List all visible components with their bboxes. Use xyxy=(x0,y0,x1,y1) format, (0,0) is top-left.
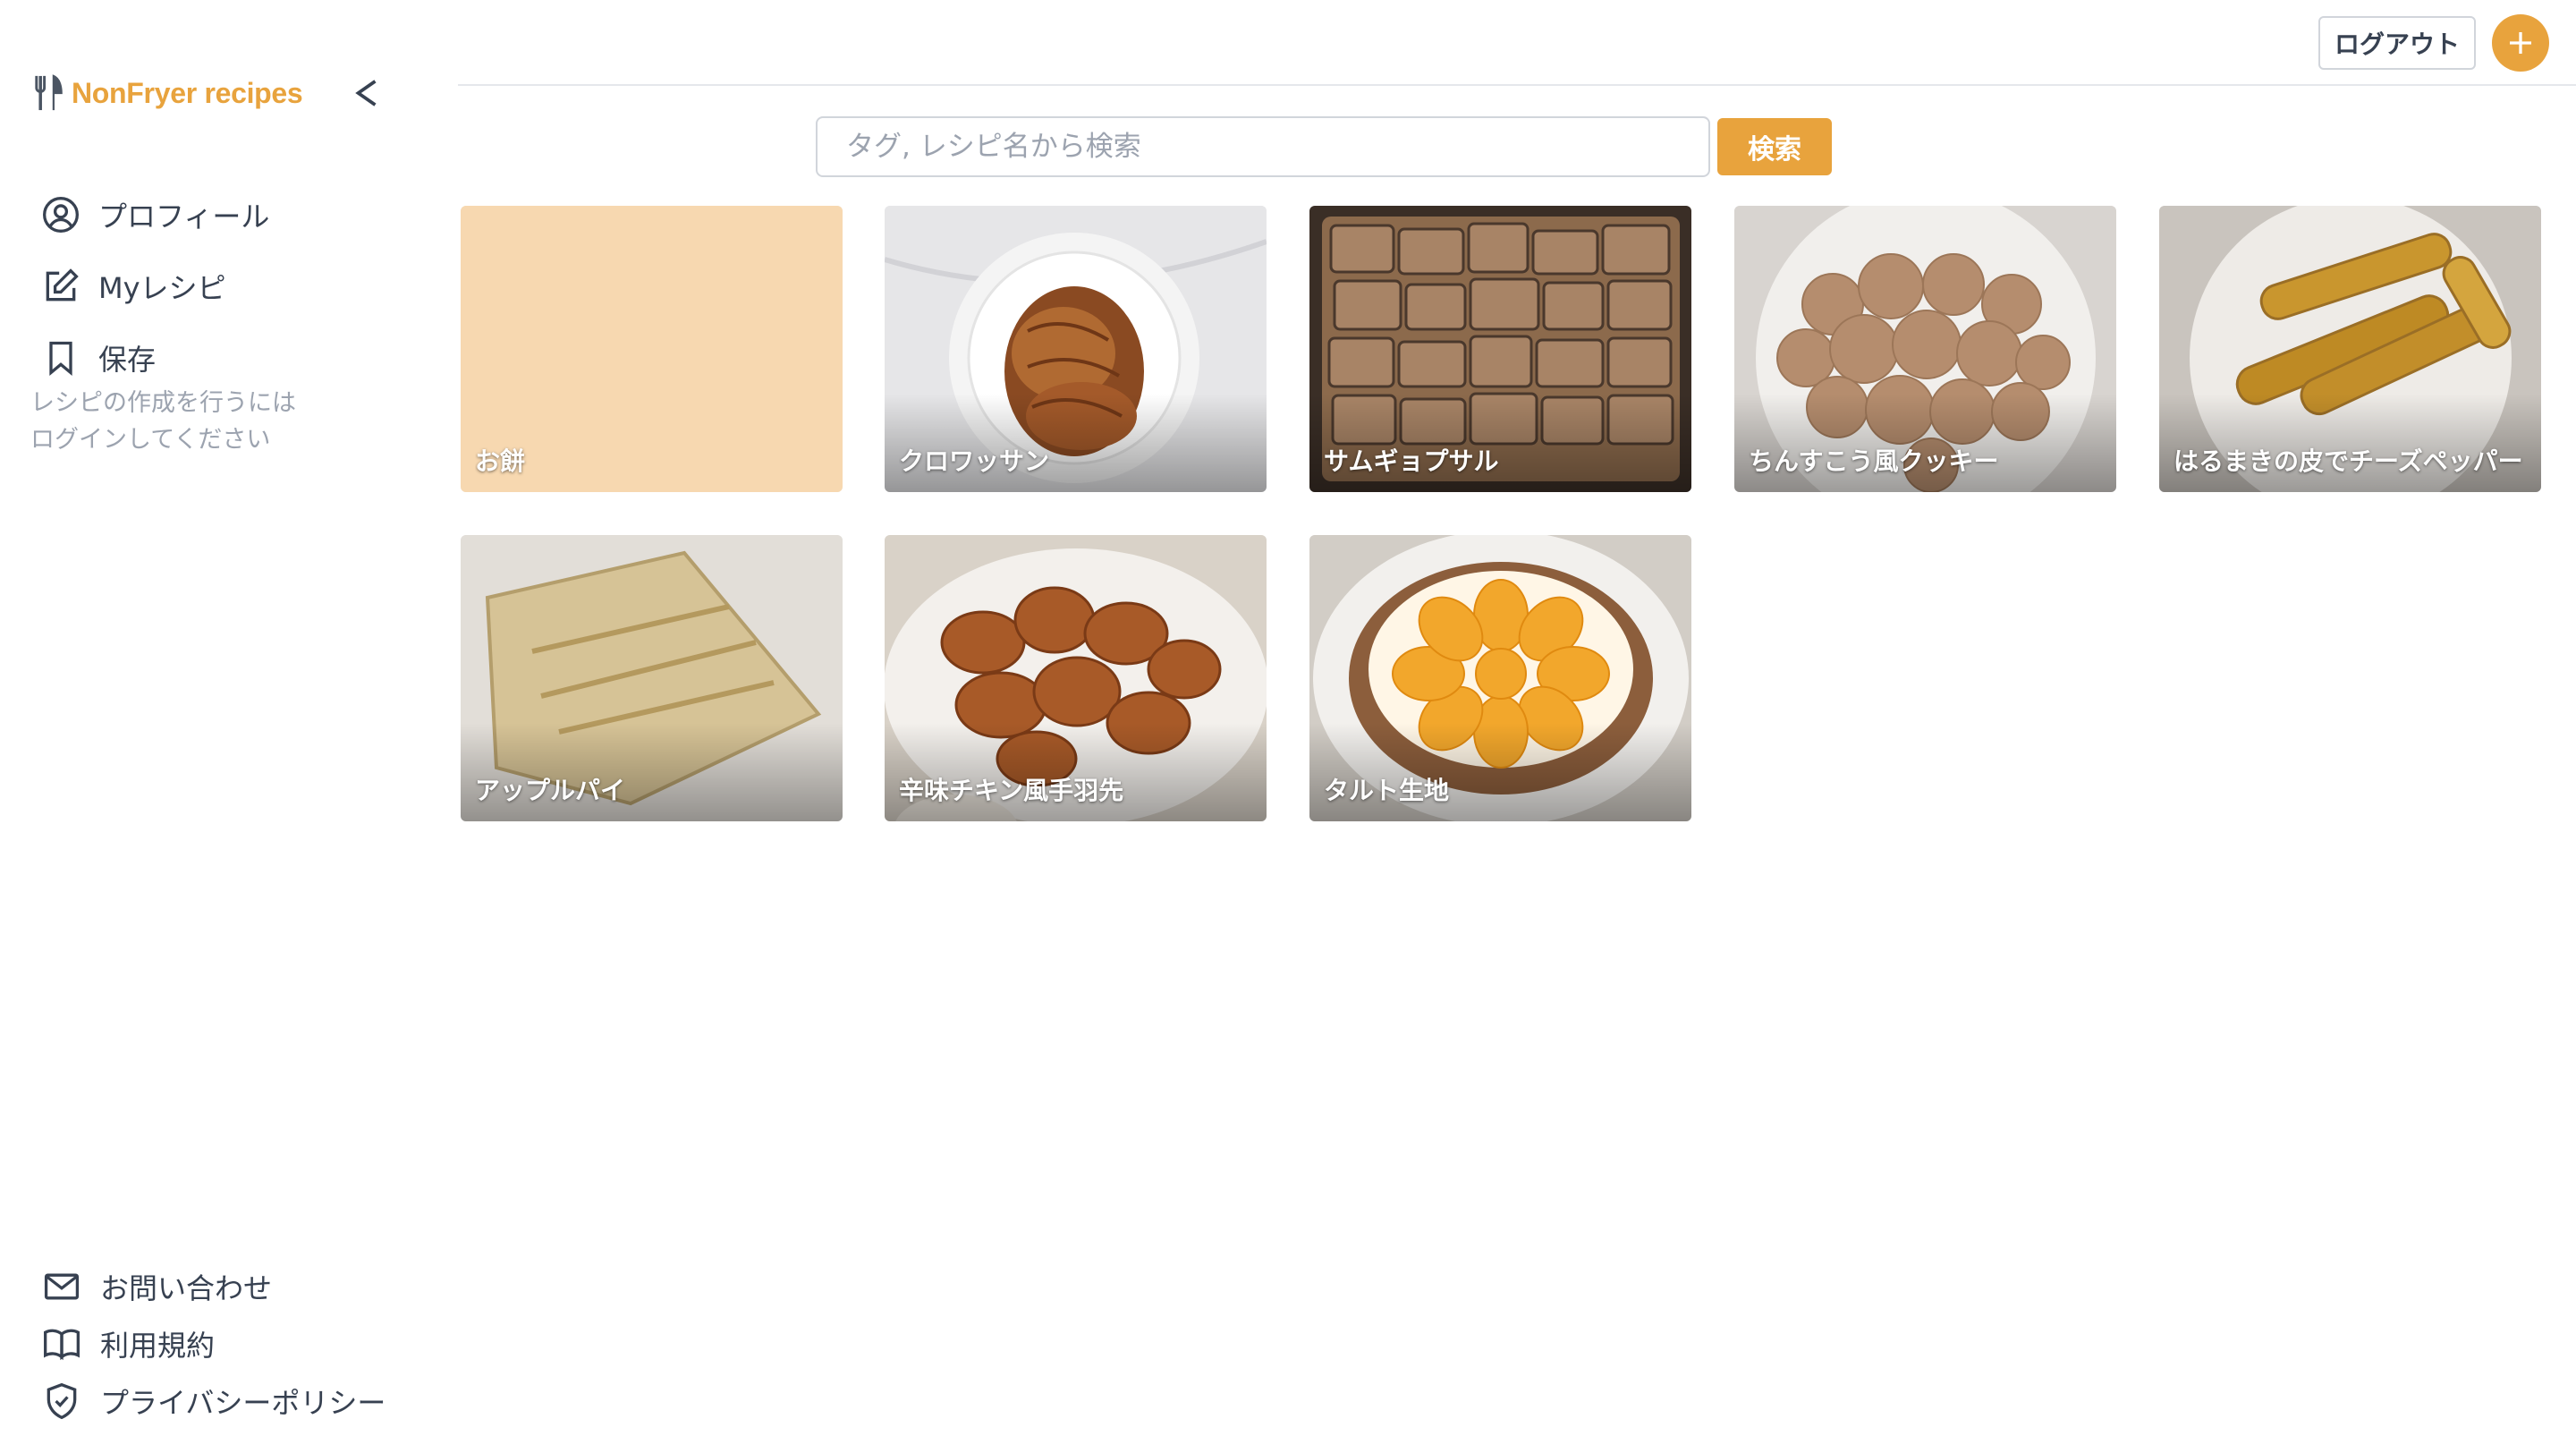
recipe-grid: お餅 クロワッサン サムギョプサル ちんすこう風クッキー はるまきの皮でチーズペ… xyxy=(461,206,2545,832)
plus-icon xyxy=(2510,32,2531,54)
sidebar-item-label: プロフィール xyxy=(98,200,270,234)
sidebar-item-terms[interactable]: 利用規約 xyxy=(41,1315,386,1372)
recipe-card[interactable]: 辛味チキン風手羽先 xyxy=(885,535,1267,821)
book-open-icon xyxy=(44,1329,80,1361)
recipe-title: アップルパイ xyxy=(475,776,626,805)
recipe-title: はるまきの皮でチーズペッパー xyxy=(2174,446,2523,476)
collapse-sidebar-button[interactable] xyxy=(347,68,386,118)
recipe-card[interactable]: お餅 xyxy=(461,206,843,492)
recipe-title: タルト生地 xyxy=(1324,776,1450,805)
user-circle-icon xyxy=(43,197,79,233)
search-input[interactable] xyxy=(816,116,1710,177)
sidebar-item-label: Myレシピ xyxy=(98,271,226,305)
add-recipe-button[interactable] xyxy=(2492,14,2549,72)
recipe-card[interactable]: クロワッサン xyxy=(885,206,1267,492)
recipe-card[interactable]: はるまきの皮でチーズペッパー xyxy=(2159,206,2541,492)
app-name: NonFryer recipes xyxy=(72,76,303,109)
recipe-title: ちんすこう風クッキー xyxy=(1749,446,1999,476)
recipe-title: 辛味チキン風手羽先 xyxy=(899,776,1124,805)
recipe-card[interactable]: タルト生地 xyxy=(1309,535,1691,821)
brand-logo[interactable]: NonFryer recipes xyxy=(32,68,303,118)
sidebar-nav: プロフィール Myレシピ 保存 xyxy=(41,179,269,394)
sidebar-item-contact[interactable]: お問い合わせ xyxy=(41,1258,386,1315)
sidebar-item-my-recipes[interactable]: Myレシピ xyxy=(41,251,269,322)
footer-nav: お問い合わせ 利用規約 プライバシーポリシー xyxy=(41,1258,386,1430)
recipe-title: クロワッサン xyxy=(899,446,1050,476)
sidebar-item-privacy[interactable]: プライバシーポリシー xyxy=(41,1372,386,1430)
shield-check-icon xyxy=(47,1382,77,1420)
sidebar-item-label: プライバシーポリシー xyxy=(100,1386,386,1420)
logout-button[interactable]: ログアウト xyxy=(2318,16,2476,70)
recipe-title: サムギョプサル xyxy=(1324,446,1499,476)
sidebar-item-saved[interactable]: 保存 xyxy=(41,322,269,394)
bookmark-icon xyxy=(49,341,72,377)
recipe-card[interactable]: アップルパイ xyxy=(461,535,843,821)
recipe-card[interactable]: ちんすこう風クッキー xyxy=(1734,206,2116,492)
recipe-title: お餅 xyxy=(475,446,526,476)
fork-knife-icon xyxy=(35,74,63,111)
mail-icon xyxy=(44,1273,80,1300)
login-hint-line: レシピの作成を行うには ログインしてください xyxy=(30,389,296,454)
login-hint-text: レシピの作成を行うには ログインしてください xyxy=(30,385,406,458)
top-bar: ログアウト xyxy=(458,0,2576,86)
sidebar-item-label: 保存 xyxy=(98,343,157,377)
sidebar-item-label: お問い合わせ xyxy=(100,1271,273,1305)
edit-square-icon xyxy=(46,268,79,302)
chevron-left-icon xyxy=(355,80,377,106)
sidebar: NonFryer recipes プロフィール Myレシピ 保存 レシピの作成を… xyxy=(0,0,447,1453)
recipe-card[interactable]: サムギョプサル xyxy=(1309,206,1691,492)
sidebar-item-label: 利用規約 xyxy=(100,1329,216,1363)
sidebar-item-profile[interactable]: プロフィール xyxy=(41,179,269,251)
search-button[interactable]: 検索 xyxy=(1717,118,1832,175)
